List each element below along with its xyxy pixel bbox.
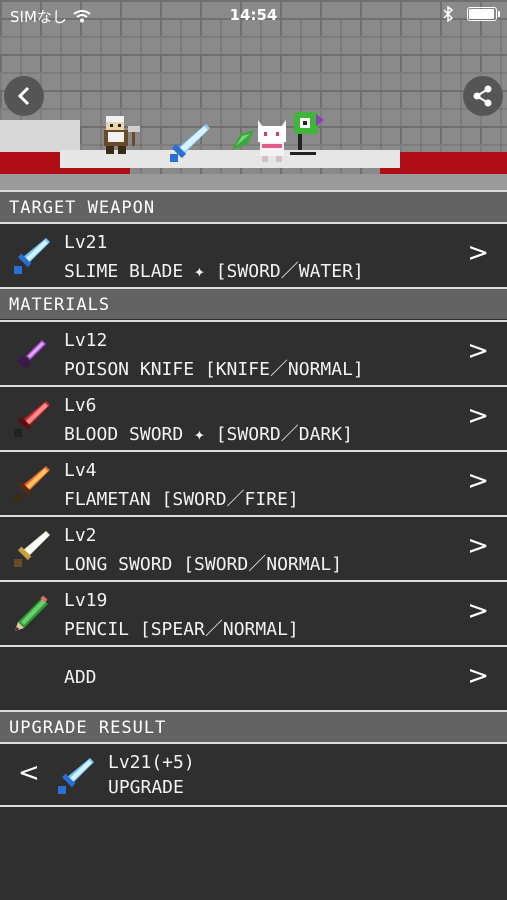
upgrade-label[interactable]: UPGRADE xyxy=(108,777,184,798)
chevron-right-icon: > xyxy=(467,661,489,691)
target-name: SLIME BLADE ✦ [SWORD／WATER] xyxy=(64,261,364,282)
divider xyxy=(0,805,507,807)
chevron-right-icon: > xyxy=(467,531,489,561)
add-material-row[interactable]: ADD > xyxy=(0,645,507,708)
blue-sword-icon xyxy=(14,238,50,274)
material-level: Lv19 xyxy=(64,590,108,611)
share-icon xyxy=(473,85,492,107)
chevron-left-icon[interactable]: < xyxy=(18,758,40,788)
upgrade-result-header: UPGRADE RESULT xyxy=(0,710,507,742)
red-sword-icon xyxy=(14,401,50,437)
material-row[interactable]: Lv6 BLOOD SWORD ✦ [SWORD／DARK] > xyxy=(0,385,507,448)
chevron-right-icon: > xyxy=(467,401,489,431)
floor-step xyxy=(0,120,80,154)
material-row[interactable]: Lv4 FLAMETAN [SWORD／FIRE] > xyxy=(0,450,507,513)
target-level: Lv21 xyxy=(64,232,108,253)
chevron-right-icon: > xyxy=(467,238,489,268)
material-row[interactable]: Lv12 POISON KNIFE [KNIFE／NORMAL] > xyxy=(0,320,507,383)
target-weapon-header: TARGET WEAPON xyxy=(0,190,507,222)
status-bar: SIMなし 14:54 xyxy=(0,0,507,30)
blacksmith-sprite xyxy=(104,116,140,154)
materials-header: MATERIALS xyxy=(0,287,507,319)
battery-icon xyxy=(467,7,500,21)
chevron-right-icon: > xyxy=(467,466,489,496)
flame-sword-icon xyxy=(14,466,50,502)
share-button[interactable] xyxy=(463,76,503,116)
material-name: BLOOD SWORD ✦ [SWORD／DARK] xyxy=(64,424,353,445)
material-name: POISON KNIFE [KNIFE／NORMAL] xyxy=(64,359,364,380)
chevron-left-icon xyxy=(17,86,30,106)
white-sword-icon xyxy=(14,531,50,567)
chevron-right-icon: > xyxy=(467,596,489,626)
add-label: ADD xyxy=(64,667,97,688)
material-row[interactable]: Lv19 PENCIL [SPEAR／NORMAL] > xyxy=(0,580,507,643)
material-row[interactable]: Lv2 LONG SWORD [SWORD／NORMAL] > xyxy=(0,515,507,578)
floor-band xyxy=(0,174,507,190)
bluetooth-icon xyxy=(443,6,453,22)
result-level: Lv21(+5) xyxy=(108,752,195,773)
material-name: PENCIL [SPEAR／NORMAL] xyxy=(64,619,299,640)
floating-sword-sprite xyxy=(170,124,210,162)
chevron-right-icon: > xyxy=(467,336,489,366)
back-button[interactable] xyxy=(4,76,44,116)
material-level: Lv4 xyxy=(64,460,97,481)
upgrade-result-row[interactable]: < Lv21(+5) UPGRADE xyxy=(0,742,507,805)
material-level: Lv2 xyxy=(64,525,97,546)
clock: 14:54 xyxy=(229,6,278,24)
blue-sword-icon xyxy=(58,758,94,794)
material-name: LONG SWORD [SWORD／NORMAL] xyxy=(64,554,343,575)
fox-girl-sprite xyxy=(258,120,286,162)
pencil-icon xyxy=(15,595,48,631)
purple-knife-icon xyxy=(16,340,46,370)
material-level: Lv12 xyxy=(64,330,108,351)
slime-monster-sprite xyxy=(290,112,324,155)
material-level: Lv6 xyxy=(64,395,97,416)
material-name: FLAMETAN [SWORD／FIRE] xyxy=(64,489,299,510)
target-weapon-row[interactable]: Lv21 SLIME BLADE ✦ [SWORD／WATER] > xyxy=(0,222,507,285)
